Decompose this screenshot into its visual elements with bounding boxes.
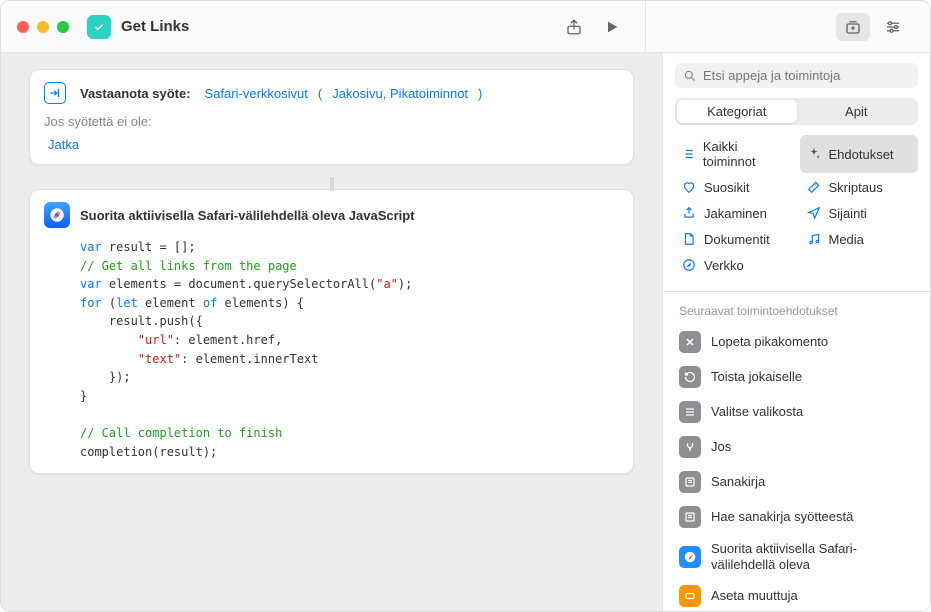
suggestion-label: Toista jokaiselle — [711, 369, 802, 385]
music-icon — [806, 231, 822, 247]
input-sources-token[interactable]: Jakosivu, Pikatoiminnot — [328, 84, 472, 103]
suggestion-label: Aseta muuttuja — [711, 588, 798, 604]
category-grid: Kaikki toiminnot Ehdotukset Suosikit Skr… — [663, 135, 930, 287]
branch-icon — [679, 436, 701, 458]
search-icon — [683, 69, 697, 83]
open-paren: ( — [316, 86, 324, 101]
window-controls — [17, 21, 69, 33]
heart-icon — [681, 179, 697, 195]
input-icon — [44, 82, 66, 104]
list-icon — [681, 146, 696, 162]
list-icon — [679, 471, 701, 493]
no-input-label: Jos syötettä ei ole: — [30, 110, 633, 131]
suggestion-label: Lopeta pikakomento — [711, 334, 828, 350]
suggestion-label: Suorita aktiivisella Safari-välilehdellä… — [711, 541, 914, 572]
suggestion-label: Valitse valikosta — [711, 404, 803, 420]
workflow-canvas[interactable]: Vastaanota syöte: Safari-verkkosivut ( J… — [1, 53, 662, 611]
input-type-token[interactable]: Safari-verkkosivut — [201, 84, 312, 103]
category-location[interactable]: Sijainti — [800, 201, 919, 225]
shortcut-app-icon — [87, 15, 111, 39]
suggestion-item[interactable]: Lopeta pikakomento — [671, 325, 922, 359]
document-icon — [681, 231, 697, 247]
sparkle-icon — [806, 146, 822, 162]
suggestions-list: Lopeta pikakomento Toista jokaiselle Valit… — [663, 324, 930, 611]
category-suggestions[interactable]: Ehdotukset — [800, 135, 919, 173]
action-title: Suorita aktiivisella Safari-välilehdellä… — [80, 208, 415, 223]
var-icon — [679, 585, 701, 607]
input-block[interactable]: Vastaanota syöte: Safari-verkkosivut ( J… — [29, 69, 634, 165]
titlebar: Get Links — [1, 1, 930, 53]
zoom-window-button[interactable] — [57, 21, 69, 33]
x-icon — [679, 331, 701, 353]
receive-input-label: Vastaanota syöte: — [80, 86, 191, 101]
suggestion-item[interactable]: Jos — [671, 430, 922, 464]
suggestion-item[interactable]: Suorita aktiivisella Safari-välilehdellä… — [671, 535, 922, 578]
category-documents[interactable]: Dokumentit — [675, 227, 794, 251]
search-input[interactable] — [703, 68, 910, 83]
suggestion-item[interactable]: Valitse valikosta — [671, 395, 922, 429]
library-sidebar: Kategoriat Apit Kaikki toiminnot Ehdotuk… — [662, 53, 930, 611]
suggestion-label: Hae sanakirja syötteestä — [711, 509, 853, 525]
library-button[interactable] — [836, 13, 870, 41]
share-icon — [681, 205, 697, 221]
safari-icon — [681, 257, 697, 273]
safari-icon — [44, 202, 70, 228]
wand-icon — [806, 179, 822, 195]
category-favorites[interactable]: Suosikit — [675, 175, 794, 199]
tab-apps[interactable]: Apit — [797, 100, 917, 123]
app-window: Get Links Vastaanota syöte: — [0, 0, 931, 612]
category-sharing[interactable]: Jakaminen — [675, 201, 794, 225]
safari-icon — [679, 546, 701, 568]
location-icon — [806, 205, 822, 221]
sidebar-divider — [663, 291, 930, 292]
suggestion-item[interactable]: Toista jokaiselle — [671, 360, 922, 394]
search-field[interactable] — [675, 63, 918, 88]
menu-icon — [679, 401, 701, 423]
suggestion-label: Jos — [711, 439, 731, 455]
suggestion-item[interactable]: Sanakirja — [671, 465, 922, 499]
javascript-action-block[interactable]: Suorita aktiivisella Safari-välilehdellä… — [29, 189, 634, 474]
library-segmented-control[interactable]: Kategoriat Apit — [675, 98, 918, 125]
suggestion-item[interactable]: Hae sanakirja syötteestä — [671, 500, 922, 534]
settings-toggle-button[interactable] — [876, 13, 910, 41]
suggestion-label: Sanakirja — [711, 474, 765, 490]
share-button[interactable] — [557, 13, 591, 41]
category-all-actions[interactable]: Kaikki toiminnot — [675, 135, 794, 173]
category-web[interactable]: Verkko — [675, 253, 794, 277]
window-title: Get Links — [121, 18, 189, 35]
tab-categories[interactable]: Kategoriat — [677, 100, 797, 123]
minimize-window-button[interactable] — [37, 21, 49, 33]
code-editor[interactable]: var result = []; // Get all links from t… — [44, 238, 619, 461]
loop-icon — [679, 366, 701, 388]
category-scripting[interactable]: Skriptaus — [800, 175, 919, 199]
list-icon — [679, 506, 701, 528]
no-input-action-token[interactable]: Jatka — [44, 135, 83, 154]
category-media[interactable]: Media — [800, 227, 919, 251]
run-button[interactable] — [595, 13, 629, 41]
suggestion-item[interactable]: Aseta muuttuja — [671, 579, 922, 611]
close-window-button[interactable] — [17, 21, 29, 33]
close-paren: ) — [476, 86, 484, 101]
suggestions-header: Seuraavat toimintoehdotukset — [663, 296, 930, 324]
